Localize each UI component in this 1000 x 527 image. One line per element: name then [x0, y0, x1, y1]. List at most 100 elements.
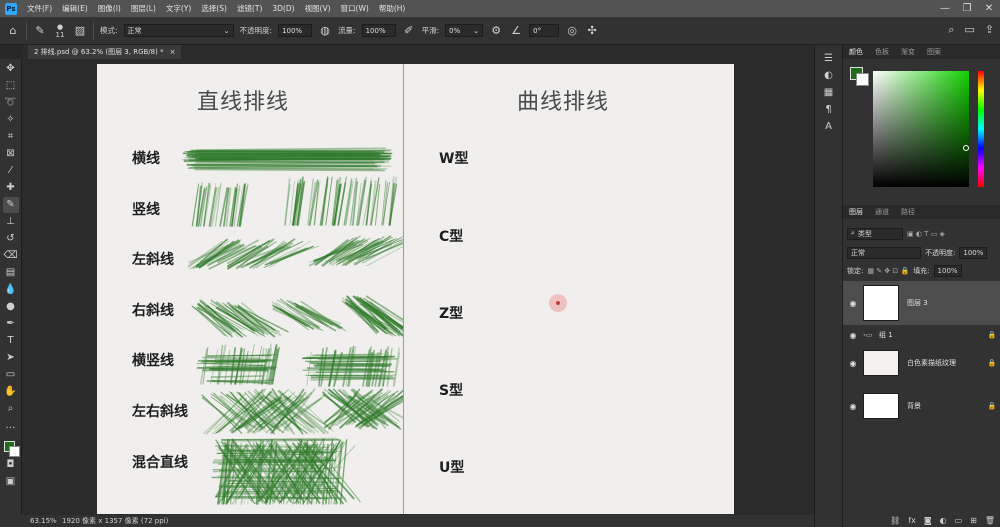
gradient-tool-icon[interactable]: ▤ — [3, 265, 19, 281]
airbrush-icon[interactable]: ✐ — [402, 24, 416, 37]
pressure-size-icon[interactable]: ◎ — [565, 24, 579, 37]
document-dimensions[interactable]: 1920 像素 x 1357 像素 (72 ppi) — [56, 516, 168, 526]
canvas-area[interactable]: 直线排线 曲线排线 横线 竖线 左斜线 右斜线 横竖线 左右斜线 混合直线 W型… — [22, 59, 814, 515]
blend-mode-select[interactable]: 正常 — [847, 246, 921, 259]
visibility-eye-icon[interactable]: ◉ — [843, 331, 863, 340]
delete-layer-icon[interactable]: 🗑 — [985, 516, 995, 525]
layer-opacity-input[interactable]: 100% — [959, 246, 988, 259]
angle-input[interactable]: 0° — [529, 24, 560, 37]
filter-icons[interactable]: ▣ ◐ T ▭ ◈ — [907, 230, 945, 238]
more-tools-icon[interactable]: … — [3, 418, 19, 434]
menu-view[interactable]: 视图(V) — [300, 3, 336, 14]
quick-mask-icon[interactable]: ◘ — [3, 457, 19, 473]
fx-icon[interactable]: fx — [908, 516, 916, 525]
link-layers-icon[interactable]: ⛓ — [890, 516, 900, 525]
brush-preset-picker[interactable]: ● 11 — [53, 23, 67, 39]
close-tab-button[interactable]: × — [170, 48, 176, 56]
new-group-icon[interactable]: ▭ — [955, 516, 963, 525]
blur-tool-icon[interactable]: 💧 — [3, 282, 19, 298]
zoom-tool-icon[interactable]: ⌕ — [3, 401, 19, 417]
properties-icon[interactable]: ☰ — [824, 53, 833, 64]
pressure-opacity-icon[interactable]: ◍ — [318, 24, 332, 37]
brush-tool-icon[interactable]: ✎ — [2, 197, 19, 213]
color-picker-field[interactable] — [873, 71, 969, 187]
character-icon[interactable]: A — [825, 121, 832, 132]
panel-background-swatch[interactable] — [856, 73, 869, 86]
clone-stamp-tool-icon[interactable]: ⊥ — [3, 214, 19, 230]
opacity-input[interactable]: 100% — [278, 24, 313, 37]
search-icon[interactable]: ⌕ — [948, 23, 954, 37]
tab-color[interactable]: 颜色 — [843, 47, 869, 57]
tab-patterns[interactable]: 图案 — [921, 47, 947, 57]
dodge-tool-icon[interactable]: ● — [3, 299, 19, 315]
frame-tool-icon[interactable]: ⊠ — [3, 146, 19, 162]
smoothing-input[interactable]: 0% ⌄ — [445, 24, 484, 37]
rectangle-tool-icon[interactable]: ▭ — [3, 367, 19, 383]
menu-image[interactable]: 图像(I) — [93, 3, 126, 14]
menu-file[interactable]: 文件(F) — [22, 3, 57, 14]
paragraph-icon[interactable]: ¶ — [825, 104, 831, 115]
hand-tool-icon[interactable]: ✋ — [3, 384, 19, 400]
marquee-tool-icon[interactable]: ⬚ — [3, 78, 19, 94]
eyedropper-tool-icon[interactable]: ⁄ — [3, 163, 19, 179]
tab-layers[interactable]: 图层 — [843, 207, 869, 217]
menu-window[interactable]: 窗口(W) — [336, 3, 374, 14]
tab-gradients[interactable]: 渐变 — [895, 47, 921, 57]
path-selection-tool-icon[interactable]: ➤ — [3, 350, 19, 366]
history-brush-tool-icon[interactable]: ↺ — [3, 231, 19, 247]
visibility-eye-icon[interactable]: ◉ — [843, 359, 863, 368]
move-tool-icon[interactable]: ✥ — [3, 61, 19, 77]
menu-edit[interactable]: 编辑(E) — [57, 3, 93, 14]
color-swatches[interactable] — [2, 439, 20, 457]
gear-icon[interactable]: ⚙ — [489, 24, 503, 37]
home-icon[interactable]: ⌂ — [6, 24, 20, 37]
libraries-icon[interactable]: ▦ — [824, 87, 833, 98]
layer-filter-select[interactable]: ⌕ 类型 — [847, 227, 903, 240]
menu-type[interactable]: 文字(Y) — [161, 3, 196, 14]
symmetry-icon[interactable]: ✣ — [585, 24, 599, 37]
menu-filter[interactable]: 滤镜(T) — [232, 3, 267, 14]
layer-row[interactable]: ◉ 白色素描纸纹理 🔒 — [843, 348, 1000, 378]
adjustments-icon[interactable]: ◐ — [824, 70, 833, 81]
menu-layer[interactable]: 图层(L) — [126, 3, 161, 14]
layer-row[interactable]: ◉ 图层 3 — [843, 281, 1000, 325]
type-tool-icon[interactable]: T — [3, 333, 19, 349]
screen-mode-icon[interactable]: ▣ — [3, 474, 19, 490]
restore-button[interactable]: ❐ — [956, 0, 978, 17]
share-icon[interactable]: ⇪ — [985, 23, 994, 37]
eraser-tool-icon[interactable]: ⌫ — [3, 248, 19, 264]
adjustment-layer-icon[interactable]: ◐ — [940, 516, 947, 525]
flow-input[interactable]: 100% — [361, 24, 396, 37]
color-picker-marker[interactable] — [963, 145, 969, 151]
tab-paths[interactable]: 路径 — [895, 207, 921, 217]
pen-tool-icon[interactable]: ✒ — [3, 316, 19, 332]
minimize-button[interactable]: — — [934, 0, 956, 17]
visibility-eye-icon[interactable]: ◉ — [843, 299, 863, 308]
brush-tool-icon[interactable]: ✎ — [33, 24, 47, 37]
fill-input[interactable]: 100% — [933, 264, 962, 277]
menu-3d[interactable]: 3D(D) — [267, 4, 299, 13]
lasso-tool-icon[interactable]: ➰ — [3, 95, 19, 111]
document-canvas[interactable]: 直线排线 曲线排线 横线 竖线 左斜线 右斜线 横竖线 左右斜线 混合直线 W型… — [97, 64, 734, 514]
tab-channels[interactable]: 通道 — [869, 207, 895, 217]
hue-slider[interactable] — [978, 71, 984, 187]
magic-wand-tool-icon[interactable]: ✧ — [3, 112, 19, 128]
new-layer-icon[interactable]: ⊞ — [970, 516, 977, 525]
layer-row[interactable]: ◉ 背景 🔒 — [843, 391, 1000, 421]
crop-tool-icon[interactable]: ⌗ — [3, 129, 19, 145]
close-window-button[interactable]: ✕ — [978, 0, 1000, 17]
tab-swatches[interactable]: 色板 — [869, 47, 895, 57]
healing-brush-tool-icon[interactable]: ✚ — [3, 180, 19, 196]
document-tab[interactable]: 2 排线.psd @ 63.2% (图层 3, RGB/8) * × — [28, 45, 182, 59]
zoom-level[interactable]: 63.15% — [0, 517, 57, 525]
add-mask-icon[interactable]: ◙ — [924, 516, 932, 525]
group-row[interactable]: ◉ ›▭ 组 1 🔒 — [843, 328, 1000, 342]
lock-icons[interactable]: ▦ ✎ ✥ ⊡ 🔒 — [867, 267, 909, 275]
workspace-icon[interactable]: ▭ — [964, 23, 974, 37]
visibility-eye-icon[interactable]: ◉ — [843, 402, 863, 411]
mode-select[interactable]: 正常 ⌄ — [123, 24, 234, 37]
background-color-swatch[interactable] — [8, 446, 20, 457]
menu-help[interactable]: 帮助(H) — [374, 3, 411, 14]
brush-settings-icon[interactable]: ▨ — [73, 24, 87, 37]
menu-select[interactable]: 选择(S) — [196, 3, 232, 14]
